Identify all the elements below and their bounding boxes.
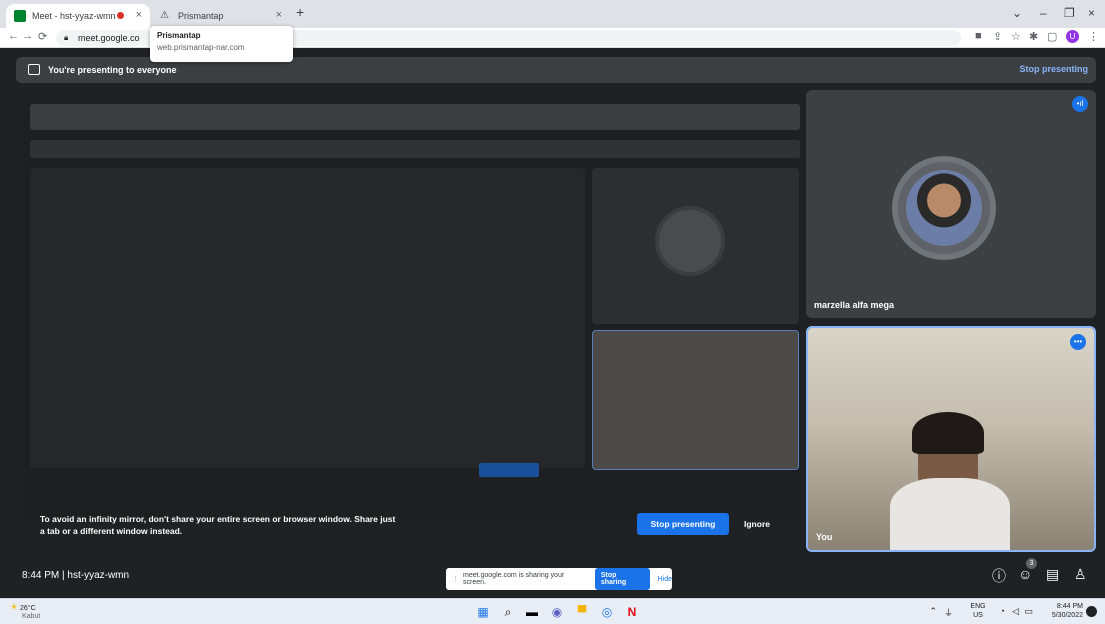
clock-time: 8:44 PM — [1056, 603, 1083, 610]
task-view-icon[interactable]: ▬ — [524, 604, 540, 620]
file-explorer-icon[interactable]: ▀ — [574, 604, 590, 620]
camera-icon[interactable]: ■ — [975, 30, 982, 42]
volume-icon[interactable]: ◁ — [1012, 606, 1019, 617]
share-notice-text: meet.google.com is sharing your screen. — [463, 572, 565, 586]
mirror-browser-chrome — [30, 104, 800, 130]
lang-code: ENG — [970, 603, 986, 610]
usb-icon[interactable]: ⏚ — [944, 606, 953, 619]
participant-tile-self[interactable]: ••• You — [806, 326, 1096, 552]
share-icon[interactable]: ⇪ — [993, 30, 1002, 43]
present-screen-icon — [28, 64, 40, 75]
weather-temp: 26°C — [20, 605, 36, 612]
presenting-banner-text: You're presenting to everyone — [48, 65, 177, 75]
tab-search-icon[interactable]: ⌄ — [1012, 6, 1022, 20]
meeting-time-code: 8:44 PM | hst-yyaz-wmn — [22, 570, 130, 581]
bookmark-star-icon[interactable]: ☆ — [1011, 30, 1021, 43]
tab-hover-tooltip: Prismantap web.prismantap-nar.com — [150, 26, 293, 62]
mirror-participant-tile — [592, 168, 799, 324]
people-count-badge: 3 — [1026, 558, 1037, 569]
self-shoulders — [890, 478, 1010, 550]
lock-icon: 🔒︎ — [64, 33, 69, 42]
stop-presenting-link[interactable]: Stop presenting — [1019, 64, 1088, 74]
more-options-icon[interactable]: ••• — [1070, 334, 1086, 350]
hide-notice-button[interactable]: Hide — [658, 576, 672, 583]
wifi-icon[interactable]: ◔ — [1000, 606, 1005, 616]
new-tab-button[interactable]: + — [296, 4, 304, 20]
tab-prismantap-label: Prismantap — [178, 11, 224, 21]
mirror-stop-button — [479, 463, 539, 477]
profile-avatar[interactable]: U — [1066, 30, 1079, 43]
tab-prismantap-close-icon[interactable]: × — [276, 9, 282, 21]
chat-app-icon[interactable]: ◉ — [549, 604, 565, 620]
reload-icon[interactable]: ⟳ — [38, 30, 47, 43]
meet-control-bar: 8:44 PM | hst-yyaz-wmn ⋮ meet.google.com… — [0, 556, 1105, 596]
shared-screen-tile — [16, 90, 801, 555]
participant-name-self: You — [816, 532, 833, 542]
tray-chevron-icon[interactable]: ⌃ — [929, 606, 937, 617]
windows-start-icon[interactable]: ▦ — [475, 604, 491, 620]
tab-meet-label: Meet - hst-yyaz-wmn — [32, 11, 116, 21]
avatar-photo — [906, 170, 982, 246]
back-icon[interactable]: ← — [8, 30, 19, 42]
mirror-banner — [30, 140, 800, 158]
notification-icon[interactable] — [1086, 606, 1097, 617]
menu-kebab-icon[interactable]: ⋮ — [1088, 30, 1099, 43]
participant-avatar — [892, 156, 996, 260]
participant-name: marzella alfa mega — [814, 300, 895, 310]
infinity-mirror-preview — [24, 98, 800, 553]
clock[interactable]: 8:44 PM 5/30/2022 — [1039, 602, 1083, 620]
clock-date: 5/30/2022 — [1051, 612, 1083, 619]
mirror-main-tile — [30, 168, 585, 468]
drag-handle-icon[interactable]: ⋮ — [452, 575, 459, 583]
activities-icon[interactable]: ♙ — [1074, 566, 1087, 583]
chat-icon[interactable]: ▤ — [1046, 566, 1059, 583]
participant-tile-marzella[interactable]: •ıl marzella alfa mega — [806, 90, 1096, 318]
warning-favicon-icon: ⚠ — [160, 10, 169, 21]
tooltip-title: Prismantap — [157, 31, 201, 40]
battery-icon[interactable]: ▭ — [1024, 606, 1033, 617]
mirror-self-tile — [592, 330, 799, 470]
self-hair — [912, 412, 984, 454]
weather-icon: ☀ — [10, 602, 19, 612]
audio-level-icon: •ıl — [1072, 96, 1088, 112]
maximize-button[interactable]: ❐ — [1064, 6, 1075, 20]
windows-taskbar: ☀ 26°C Kabut ▦ ⌕ ▬ ◉ ▀ ◎ N ⌃ ⏚ ENG US ◔ … — [0, 598, 1105, 624]
tab-prismantap[interactable]: ⚠ Prismantap × — [152, 4, 290, 28]
mirror-avatar — [655, 206, 725, 276]
infinity-mirror-warning: To avoid an infinity mirror, don't share… — [40, 514, 396, 536]
forward-icon[interactable]: → — [22, 30, 33, 42]
meeting-details-icon[interactable]: ⓘ — [992, 566, 1006, 586]
recording-dot-icon — [117, 12, 124, 19]
netflix-icon[interactable]: N — [624, 604, 640, 620]
tooltip-url: web.prismantap-nar.com — [157, 43, 245, 52]
stop-sharing-button[interactable]: Stop sharing — [594, 568, 650, 590]
close-window-button[interactable]: × — [1088, 6, 1095, 20]
stop-presenting-button[interactable]: Stop presenting — [637, 513, 729, 535]
extensions-icon[interactable]: ✱ — [1029, 30, 1038, 43]
browser-tab-strip: Meet - hst-yyaz-wmn × ⚠ Prismantap × + ⌄… — [0, 0, 1105, 28]
weather-desc: Kabut — [22, 613, 41, 620]
address-text: meet.google.co — [78, 33, 140, 43]
tab-meet-close-icon[interactable]: × — [136, 9, 142, 21]
weather-widget[interactable]: ☀ 26°C Kabut — [10, 603, 40, 621]
tab-meet[interactable]: Meet - hst-yyaz-wmn × — [6, 4, 150, 28]
minimize-button[interactable]: – — [1040, 6, 1047, 20]
sidepanel-icon[interactable]: ▢ — [1047, 30, 1057, 43]
screen-share-notice: ⋮ meet.google.com is sharing your screen… — [446, 568, 672, 590]
language-indicator[interactable]: ENG US — [967, 602, 989, 620]
chrome-icon[interactable]: ◎ — [599, 604, 615, 620]
region-code: US — [973, 612, 983, 619]
ignore-button[interactable]: Ignore — [744, 519, 770, 529]
search-icon[interactable]: ⌕ — [500, 604, 516, 620]
meet-favicon-icon — [14, 10, 26, 22]
